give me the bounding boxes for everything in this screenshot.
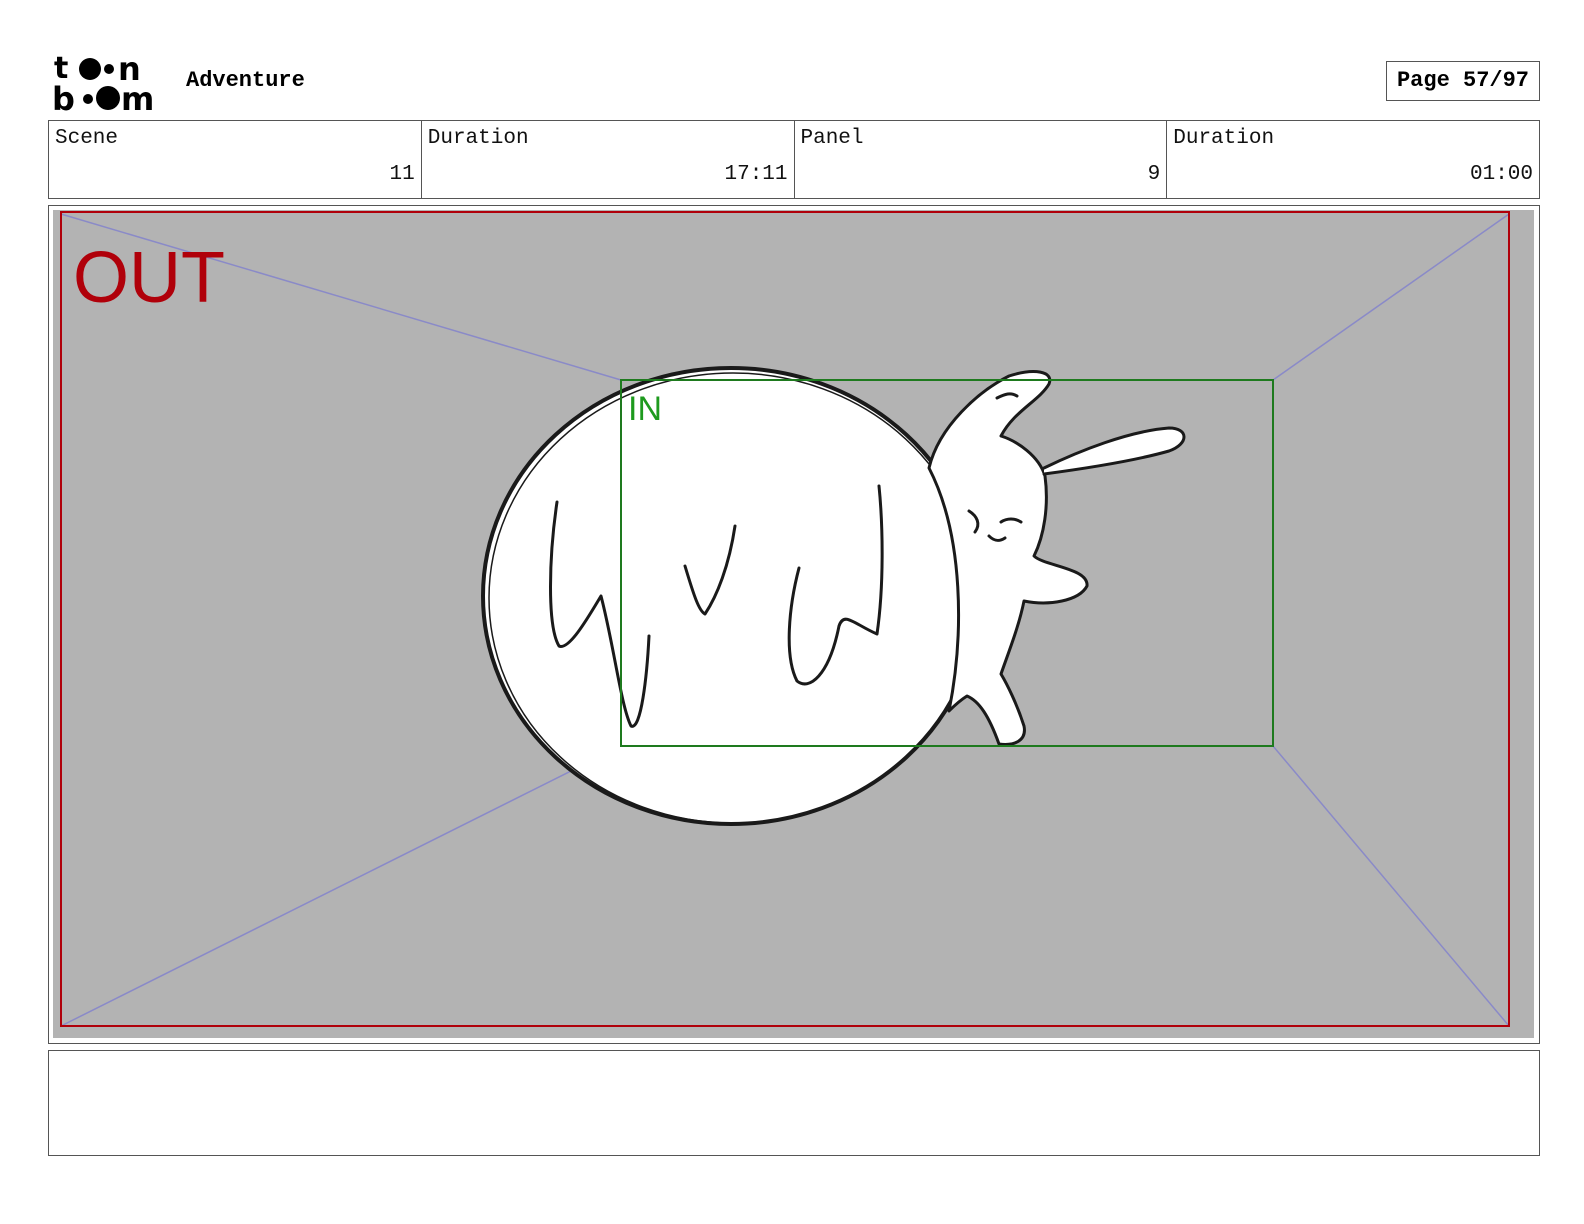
svg-text:m: m	[121, 80, 154, 112]
out-label: OUT	[73, 238, 225, 318]
in-label: IN	[628, 390, 662, 428]
panel-notes-box	[48, 1050, 1540, 1156]
page-indicator: Page 57/97	[1386, 61, 1540, 101]
svg-text:b: b	[52, 80, 75, 112]
scene-duration-value: 17:11	[724, 163, 788, 186]
project-title: Adventure	[186, 68, 305, 93]
ball-sketch	[481, 366, 981, 826]
scene-duration-cell: Duration 17:11	[422, 121, 795, 198]
panel-image-frame: OUT IN	[48, 205, 1540, 1044]
panel-value: 9	[1147, 163, 1161, 186]
scene-value: 11	[389, 163, 415, 186]
panel-label: Panel	[800, 127, 864, 150]
scene-duration-label: Duration	[427, 127, 529, 150]
panel-duration-cell: Duration 01:00	[1167, 121, 1539, 198]
panel-info-table: Scene 11 Duration 17:11 Panel 9 Duration…	[48, 120, 1540, 199]
scene-label: Scene	[55, 127, 119, 150]
toon-boom-logo: t n b m	[52, 52, 154, 112]
storyboard-panel: OUT IN	[53, 210, 1534, 1038]
panel-cell: Panel 9	[795, 121, 1168, 198]
scene-cell: Scene 11	[49, 121, 422, 198]
panel-notes-text	[49, 1051, 1539, 1067]
panel-duration-value: 01:00	[1469, 163, 1533, 186]
panel-duration-label: Duration	[1173, 127, 1275, 150]
